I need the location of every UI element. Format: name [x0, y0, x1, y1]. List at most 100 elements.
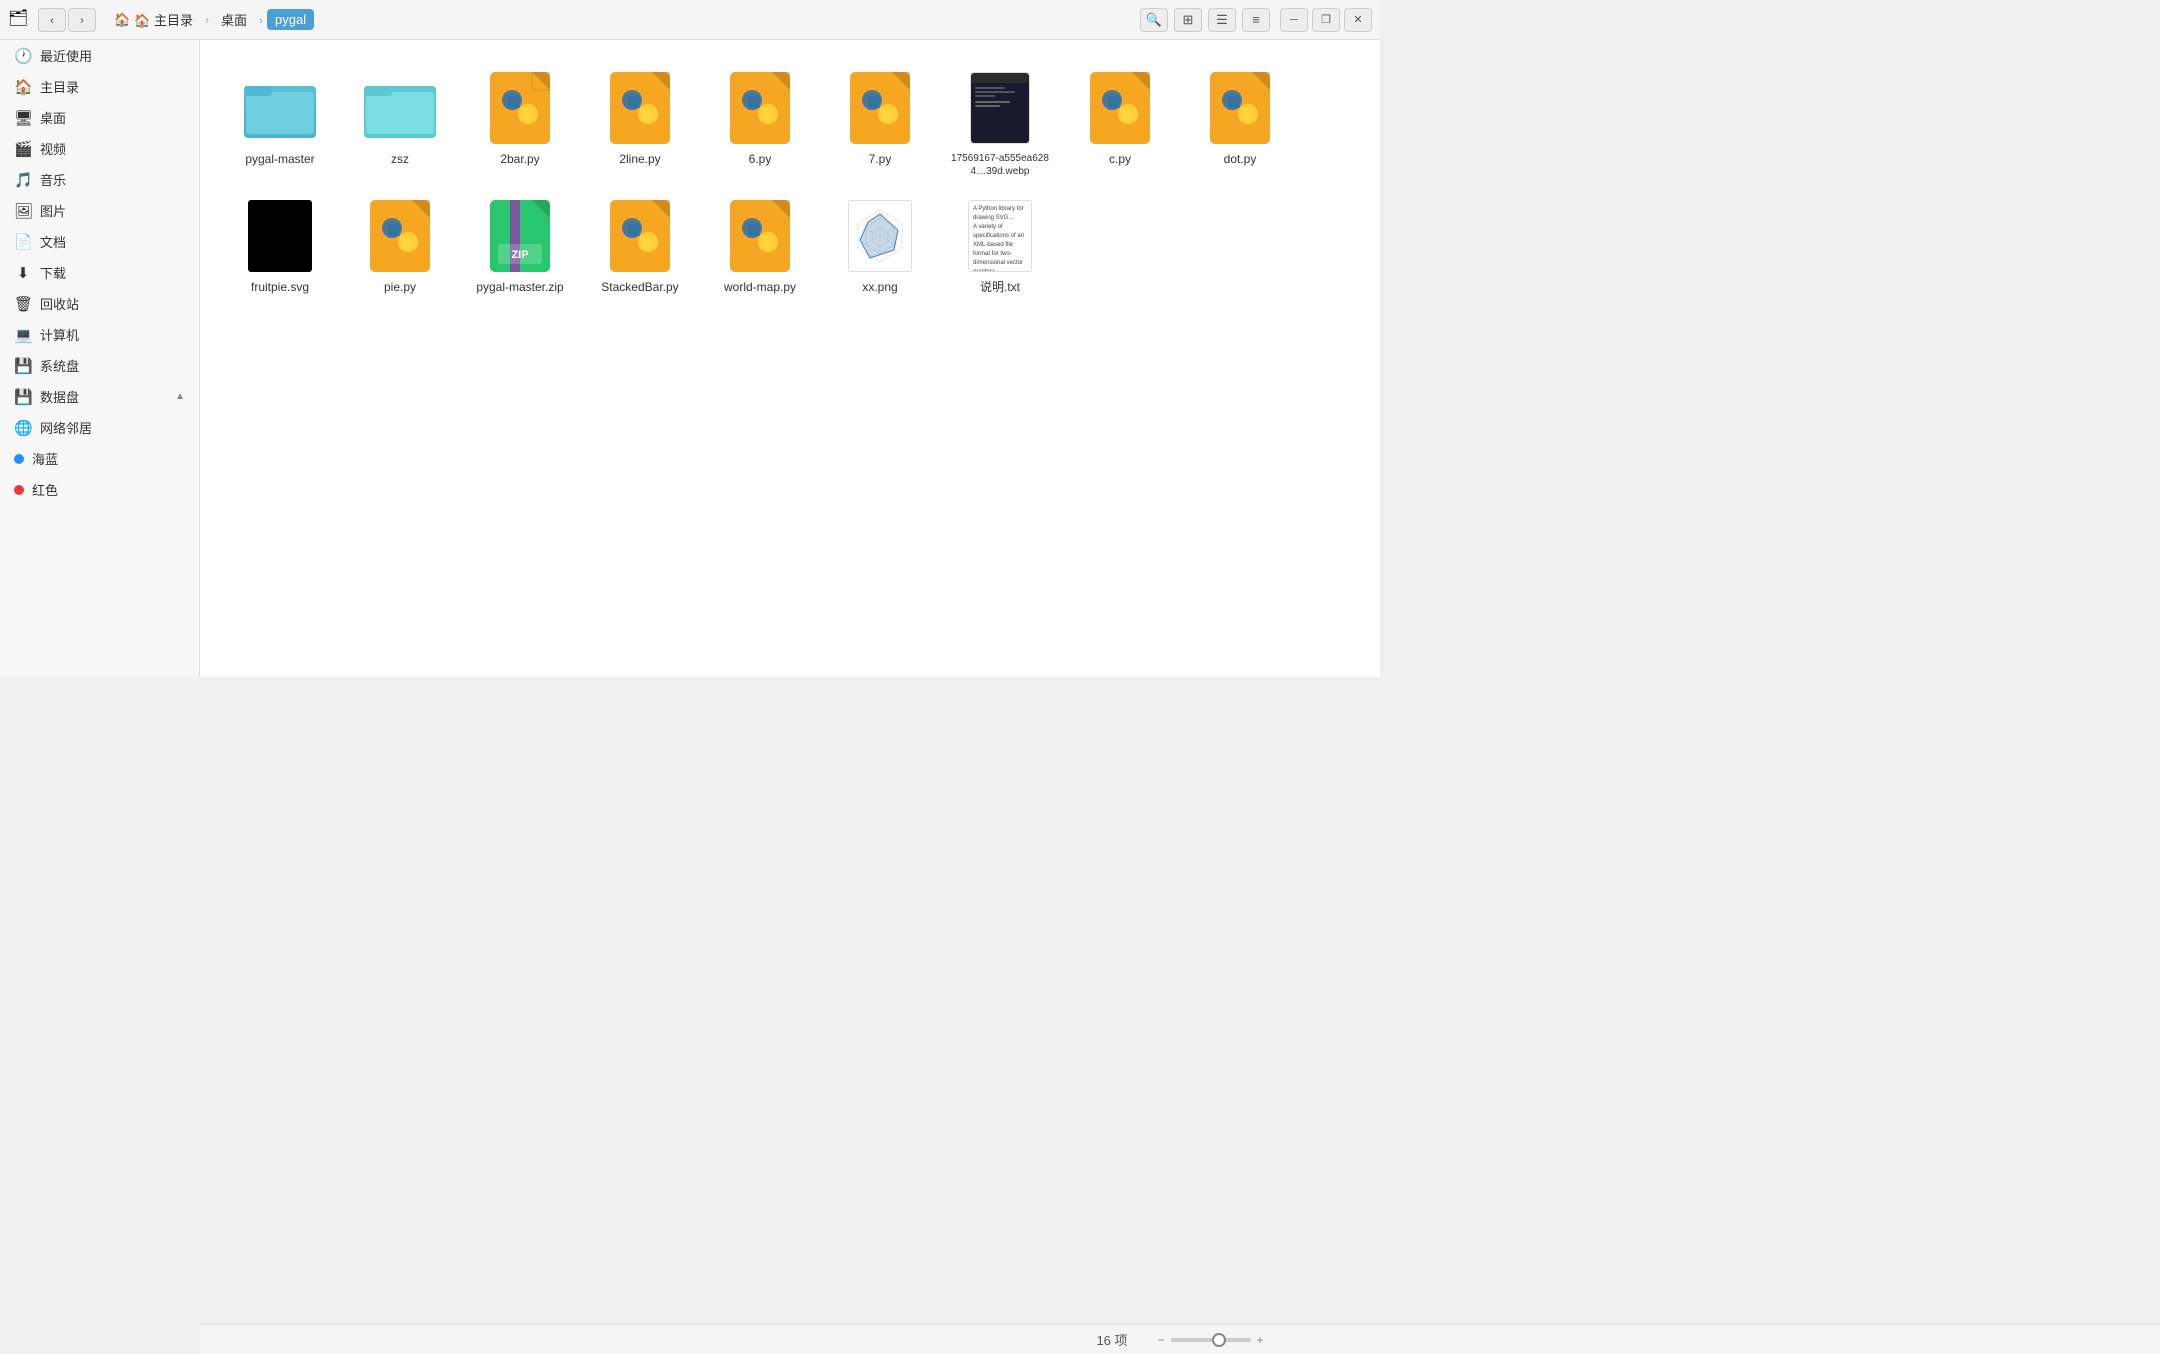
titlebar-actions: 🔍 ⊞ ☰ ≡: [1140, 8, 1270, 32]
sidebar-item-computer[interactable]: 💻 计算机: [0, 319, 199, 350]
sidebar-item-documents[interactable]: 📄 文档: [0, 226, 199, 257]
data-disk-icon: 💾: [14, 388, 32, 406]
sidebar-label-music: 音乐: [40, 170, 66, 189]
file-name-2line-py: 2line.py: [619, 152, 660, 168]
sidebar-item-pictures[interactable]: 🖼 图片: [0, 195, 199, 226]
sidebar-item-video[interactable]: 🎬 视频: [0, 133, 199, 164]
sidebar-item-tag-red[interactable]: 红色: [0, 474, 199, 505]
desktop-icon: 🖥: [14, 109, 32, 127]
sidebar-item-trash[interactable]: 🗑 回收站: [0, 288, 199, 319]
file-name-7-py: 7.py: [869, 152, 892, 168]
sidebar-label-computer: 计算机: [40, 325, 79, 344]
main-layout: 🕐 最近使用 🏠 主目录 🖥 桌面 🎬 视频 🎵 音乐 🖼 图片 📄 文档 ⬇: [0, 40, 1380, 677]
file-item-pie-py[interactable]: pie.py: [340, 188, 460, 306]
blue-dot: [14, 454, 24, 464]
png-xx-icon: [844, 200, 916, 272]
app-icon: 🗂: [8, 8, 32, 32]
desktop-crumb-label: 桌面: [221, 10, 247, 29]
file-name-pygal-master: pygal-master: [245, 152, 314, 168]
sidebar-item-network[interactable]: 🌐 网络邻居: [0, 412, 199, 443]
computer-icon: 💻: [14, 326, 32, 344]
file-name-2bar-py: 2bar.py: [500, 152, 539, 168]
folder-pygal-master-icon: [244, 72, 316, 144]
nav-forward-button[interactable]: ›: [68, 8, 96, 32]
sidebar-item-downloads[interactable]: ⬇ 下载: [0, 257, 199, 288]
system-disk-icon: 💾: [14, 357, 32, 375]
menu-button[interactable]: ≡: [1242, 8, 1270, 32]
close-button[interactable]: ✕: [1344, 8, 1372, 32]
sidebar-item-data-disk[interactable]: 💾 数据盘 ▲: [0, 381, 199, 412]
file-item-c-py[interactable]: c.py: [1060, 60, 1180, 188]
network-icon: 🌐: [14, 419, 32, 437]
file-item-worldmap-py[interactable]: world-map.py: [700, 188, 820, 306]
minimize-button[interactable]: ─: [1280, 8, 1308, 32]
sidebar-item-system-disk[interactable]: 💾 系统盘: [0, 350, 199, 381]
sidebar-label-red: 红色: [32, 480, 58, 499]
sidebar-label-documents: 文档: [40, 232, 66, 251]
zoom-bar: − +: [1158, 1333, 1264, 1347]
breadcrumb-sep-1: ›: [205, 13, 209, 27]
file-name-c-py: c.py: [1109, 152, 1131, 168]
file-name-zsz: zsz: [391, 152, 409, 168]
svg-text:ZIP: ZIP: [511, 249, 528, 261]
red-dot: [14, 485, 24, 495]
breadcrumb-home[interactable]: 🏠 🏠 主目录: [106, 7, 201, 32]
file-item-7-py[interactable]: 7.py: [820, 60, 940, 188]
expand-icon: ▲: [175, 391, 185, 402]
sidebar-label-pictures: 图片: [40, 201, 66, 220]
zoom-slider[interactable]: [1171, 1338, 1251, 1342]
documents-icon: 📄: [14, 233, 32, 251]
file-item-xx-png[interactable]: xx.png: [820, 188, 940, 306]
py-2line-icon: [604, 72, 676, 144]
recent-icon: 🕐: [14, 47, 32, 65]
file-item-2line-py[interactable]: 2line.py: [580, 60, 700, 188]
view-grid-button[interactable]: ⊞: [1174, 8, 1202, 32]
sidebar-item-home[interactable]: 🏠 主目录: [0, 71, 199, 102]
file-item-pygal-master[interactable]: pygal-master: [220, 60, 340, 188]
sidebar-label-desktop: 桌面: [40, 108, 66, 127]
sidebar-item-music[interactable]: 🎵 音乐: [0, 164, 199, 195]
downloads-icon: ⬇: [14, 264, 32, 282]
nav-buttons: ‹ ›: [38, 8, 96, 32]
sidebar-label-trash: 回收站: [40, 294, 79, 313]
file-name-worldmap-py: world-map.py: [724, 280, 796, 296]
file-item-fruitpie-svg[interactable]: fruitpie.svg: [220, 188, 340, 306]
file-item-webp[interactable]: 17569167-a555ea6284…39d.webp: [940, 60, 1060, 188]
music-icon: 🎵: [14, 171, 32, 189]
sidebar-label-home: 主目录: [40, 77, 79, 96]
trash-icon: 🗑: [14, 295, 32, 313]
sidebar-item-recent[interactable]: 🕐 最近使用: [0, 40, 199, 71]
view-list-button[interactable]: ☰: [1208, 8, 1236, 32]
file-item-txt[interactable]: A Python library for drawing SVG... A va…: [940, 188, 1060, 306]
sidebar-item-tag-blue[interactable]: 海蓝: [0, 443, 199, 474]
file-name-zip: pygal-master.zip: [476, 280, 563, 296]
file-item-2bar-py[interactable]: 2bar.py: [460, 60, 580, 188]
nav-back-button[interactable]: ‹: [38, 8, 66, 32]
py-stackedbar-icon: [604, 200, 676, 272]
file-item-dot-py[interactable]: dot.py: [1180, 60, 1300, 188]
file-area: pygal-master zsz: [200, 40, 1380, 677]
sidebar-label-system-disk: 系统盘: [40, 356, 79, 375]
svg-fruitpie-icon: [244, 200, 316, 272]
file-name-pie-py: pie.py: [384, 280, 416, 296]
txt-icon: A Python library for drawing SVG... A va…: [964, 200, 1036, 272]
breadcrumb-pygal[interactable]: pygal: [267, 9, 314, 30]
item-count: 16 项: [1096, 1330, 1127, 1349]
sidebar-label-network: 网络邻居: [40, 418, 92, 437]
py-worldmap-icon: [724, 200, 796, 272]
py-pie-icon: [364, 200, 436, 272]
py-6-icon: [724, 72, 796, 144]
file-item-stackedbar-py[interactable]: StackedBar.py: [580, 188, 700, 306]
restore-button[interactable]: ❐: [1312, 8, 1340, 32]
sidebar: 🕐 最近使用 🏠 主目录 🖥 桌面 🎬 视频 🎵 音乐 🖼 图片 📄 文档 ⬇: [0, 40, 200, 677]
sidebar-label-video: 视频: [40, 139, 66, 158]
breadcrumb-desktop[interactable]: 桌面: [213, 7, 255, 32]
home-icon: 🏠: [114, 12, 130, 28]
file-item-6-py[interactable]: 6.py: [700, 60, 820, 188]
search-button[interactable]: 🔍: [1140, 8, 1168, 32]
file-item-zip[interactable]: ZIP pygal-master.zip: [460, 188, 580, 306]
breadcrumb: 🏠 🏠 主目录 › 桌面 › pygal: [106, 7, 314, 32]
file-item-zsz[interactable]: zsz: [340, 60, 460, 188]
sidebar-label-blue: 海蓝: [32, 449, 58, 468]
sidebar-item-desktop[interactable]: 🖥 桌面: [0, 102, 199, 133]
